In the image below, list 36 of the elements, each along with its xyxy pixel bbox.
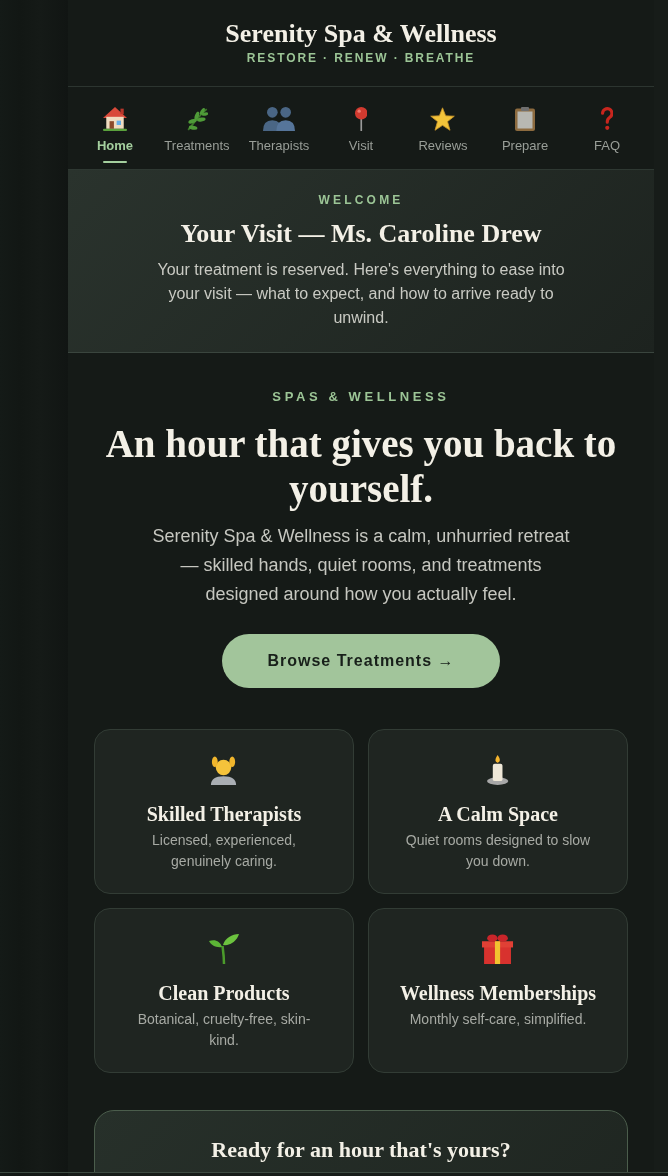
feature-title: A Calm Space (438, 802, 558, 827)
welcome-label: WELCOME (318, 192, 404, 208)
welcome-title: Your Visit — Ms. Caroline Drew (180, 218, 542, 250)
feature-text: Botanical, cruelty-free, skin-kind. (136, 1010, 312, 1050)
nav-tab[interactable]: Therapists (248, 107, 310, 163)
feature-title: Clean Products (158, 981, 290, 1006)
pin-icon (354, 107, 368, 131)
seedling-icon (209, 934, 239, 964)
star-icon (430, 107, 456, 131)
hero-title: An hour that gives you back to yourself. (104, 421, 618, 511)
hero-text: Serenity Spa & Wellness is a calm, unhurried retreat — skilled hands, quiet rooms, and treatments designed around how you actually feel. (151, 525, 571, 606)
leaf-sprig-icon (185, 107, 209, 131)
question-icon (600, 107, 614, 131)
feature-text: Monthly self-care, simplified. (409, 1010, 587, 1029)
feature-text: Quiet rooms designed to slow you down. (404, 831, 592, 871)
tagline: RESTORE · RENEW · BREATHE (246, 50, 476, 66)
nav-tab[interactable]: FAQ (594, 107, 620, 163)
nav-tab[interactable]: Prepare (501, 107, 549, 163)
cta-title: Ready for an hour that's yours? (211, 1136, 511, 1164)
brand-title: Serenity Spa & Wellness (225, 18, 497, 50)
browse-button[interactable]: Browse Treatments → (222, 634, 500, 688)
feature-title: Skilled Therapists (146, 802, 302, 827)
nav-tab[interactable]: Visit (348, 107, 374, 163)
feature-text: Licensed, experienced, genuinely caring. (151, 831, 297, 871)
candle-icon (487, 755, 509, 785)
people-icon (263, 107, 295, 131)
nav-tab[interactable]: Treatments (164, 107, 230, 163)
feature-title: Wellness Memberships (399, 981, 597, 1006)
person-icon (209, 755, 239, 785)
welcome-text: Your treatment is reserved. Here's everything to ease into your visit — what to expect, and how to arrive ready to unwind. (156, 260, 566, 328)
nav-tab[interactable]: Home (96, 107, 134, 163)
clipboard-icon (515, 107, 535, 131)
section-label: SPAS & WELLNESS (272, 388, 450, 406)
house-icon (103, 107, 127, 131)
gift-icon (482, 934, 514, 964)
nav-tab[interactable]: Reviews (418, 107, 468, 163)
